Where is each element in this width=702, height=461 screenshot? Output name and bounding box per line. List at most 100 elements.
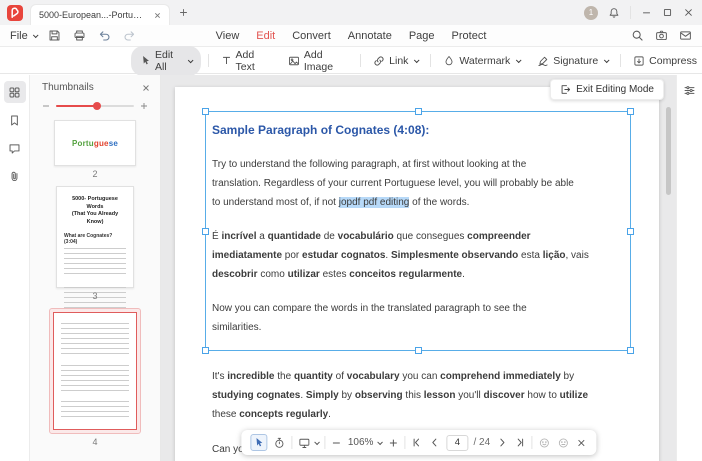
slider-track[interactable] — [56, 105, 134, 107]
exit-editing-mode-label: Exit Editing Mode — [576, 84, 654, 95]
page-number-input[interactable] — [446, 435, 468, 451]
thumbnail-page-4-selected[interactable] — [49, 308, 141, 434]
print-icon[interactable] — [72, 28, 87, 43]
tab-close-icon[interactable] — [154, 12, 161, 19]
document-tab-title: 5000-European...-Portuguese * — [39, 10, 146, 20]
document-tab[interactable]: 5000-European...-Portuguese * — [30, 4, 170, 25]
selection-handle[interactable] — [202, 347, 209, 354]
right-sidebar — [676, 75, 702, 461]
tab-edit[interactable]: Edit — [256, 30, 275, 42]
divider — [360, 54, 361, 67]
edit-toolbar: Edit All Add Text Add Image Link Waterma… — [0, 48, 702, 74]
bookmarks-icon[interactable] — [4, 109, 26, 131]
minimize-icon[interactable] — [641, 7, 652, 18]
last-page-button[interactable] — [513, 436, 526, 449]
user-avatar[interactable]: 1 — [584, 6, 598, 20]
tab-view[interactable]: View — [216, 30, 240, 42]
selection-handle[interactable] — [415, 347, 422, 354]
exit-icon — [560, 84, 571, 95]
watermark-button[interactable]: Watermark — [438, 52, 525, 70]
new-tab-button[interactable] — [177, 6, 190, 19]
maximize-icon[interactable] — [662, 7, 673, 18]
chevron-down-icon — [414, 57, 420, 63]
timer-icon[interactable] — [272, 436, 286, 450]
presentation-mode-icon[interactable] — [297, 436, 319, 450]
tab-protect[interactable]: Protect — [452, 30, 487, 42]
properties-panel-icon[interactable] — [683, 84, 696, 461]
redo-icon[interactable] — [122, 28, 137, 43]
app-logo-icon[interactable] — [7, 5, 23, 21]
add-text-button[interactable]: Add Text — [216, 46, 276, 76]
select-tool-icon[interactable] — [250, 434, 267, 451]
thumbnail-4-text-lines — [61, 401, 129, 419]
tab-annotate[interactable]: Annotate — [348, 30, 392, 42]
next-page-button[interactable] — [495, 436, 508, 449]
zoom-in-button[interactable] — [387, 437, 399, 449]
divider — [208, 54, 209, 67]
page-total-label: / 24 — [473, 437, 490, 448]
link-icon — [373, 55, 385, 67]
happy-face-icon[interactable] — [537, 436, 551, 450]
selection-handle[interactable] — [627, 108, 634, 115]
thumbnails-panel-icon[interactable] — [4, 81, 26, 103]
edit-all-button[interactable]: Edit All — [131, 46, 201, 76]
selection-handle[interactable] — [202, 108, 209, 115]
search-icon[interactable] — [631, 29, 644, 42]
thumbnail-zoom-slider — [30, 96, 160, 114]
thumbnail-page-4[interactable] — [53, 312, 137, 430]
save-icon[interactable] — [47, 28, 62, 43]
vertical-scrollbar-thumb[interactable] — [666, 107, 671, 195]
add-image-button[interactable]: Add Image — [283, 46, 353, 76]
thumbnail-3-heading: 5000- Portuguese Words — [64, 196, 126, 211]
comments-icon[interactable] — [4, 137, 26, 159]
file-menu-label: File — [10, 30, 28, 42]
attachments-icon[interactable] — [4, 165, 26, 187]
pdf-editor-window: 5000-European...-Portuguese * 1 File Vie… — [0, 0, 702, 461]
cursor-icon — [140, 55, 151, 66]
close-toolbar-icon[interactable] — [575, 437, 587, 449]
selection-handle[interactable] — [415, 108, 422, 115]
panel-close-icon[interactable] — [142, 84, 150, 92]
undo-icon[interactable] — [97, 28, 112, 43]
compress-button[interactable]: Compress — [628, 52, 702, 70]
zoom-level-dropdown[interactable]: 106% — [347, 436, 383, 449]
ribbon-tabs: View Edit Convert Annotate Page Protect — [216, 30, 487, 42]
selected-text-block[interactable]: Sample Paragraph of Cognates (4:08): Try… — [205, 111, 631, 351]
thumbnail-page-3[interactable]: 5000- Portuguese Words (That You Already… — [56, 186, 134, 288]
zoom-out-button[interactable] — [330, 437, 342, 449]
signature-icon — [537, 55, 549, 67]
tab-page[interactable]: Page — [409, 30, 435, 42]
selection-handle[interactable] — [202, 228, 209, 235]
zoom-in-icon[interactable] — [140, 102, 148, 110]
divider — [630, 6, 631, 19]
link-button[interactable]: Link — [368, 52, 423, 70]
neutral-face-icon[interactable] — [556, 436, 570, 450]
thumbnails-panel: Thumbnails Portuguese 2 5000- Portuguese… — [30, 75, 161, 461]
file-menu[interactable]: File — [10, 30, 37, 42]
pdf-page[interactable]: Sample Paragraph of Cognates (4:08): Try… — [175, 87, 659, 461]
signature-button[interactable]: Signature — [532, 52, 613, 70]
notifications-bell-icon[interactable] — [608, 7, 620, 19]
close-icon[interactable] — [683, 7, 694, 18]
selection-handle[interactable] — [627, 228, 634, 235]
zoom-level-value: 106% — [348, 437, 374, 448]
menubar-right-icons — [631, 29, 692, 42]
paragraph-2-portuguese: É incrível a quantidade de vocabulário q… — [212, 227, 622, 284]
divider — [620, 54, 621, 67]
tab-convert[interactable]: Convert — [292, 30, 331, 42]
screenshot-camera-icon[interactable] — [655, 29, 668, 42]
floating-status-toolbar: 106% / 24 — [241, 430, 596, 455]
link-label: Link — [389, 55, 408, 67]
selection-handle[interactable] — [627, 347, 634, 354]
mail-icon[interactable] — [679, 29, 692, 42]
zoom-out-icon[interactable] — [42, 102, 50, 110]
first-page-button[interactable] — [410, 436, 423, 449]
exit-editing-mode-button[interactable]: Exit Editing Mode — [550, 79, 664, 100]
thumbnail-page-2[interactable]: Portuguese — [54, 120, 136, 166]
titlebar: 5000-European...-Portuguese * 1 — [0, 0, 702, 25]
previous-page-button[interactable] — [428, 436, 441, 449]
menubar: File View Edit Convert Annotate Page Pro… — [0, 25, 702, 47]
slider-knob[interactable] — [93, 102, 101, 110]
main-content: Thumbnails Portuguese 2 5000- Portuguese… — [0, 75, 702, 461]
paragraph-heading: Sample Paragraph of Cognates (4:08): — [212, 121, 622, 140]
